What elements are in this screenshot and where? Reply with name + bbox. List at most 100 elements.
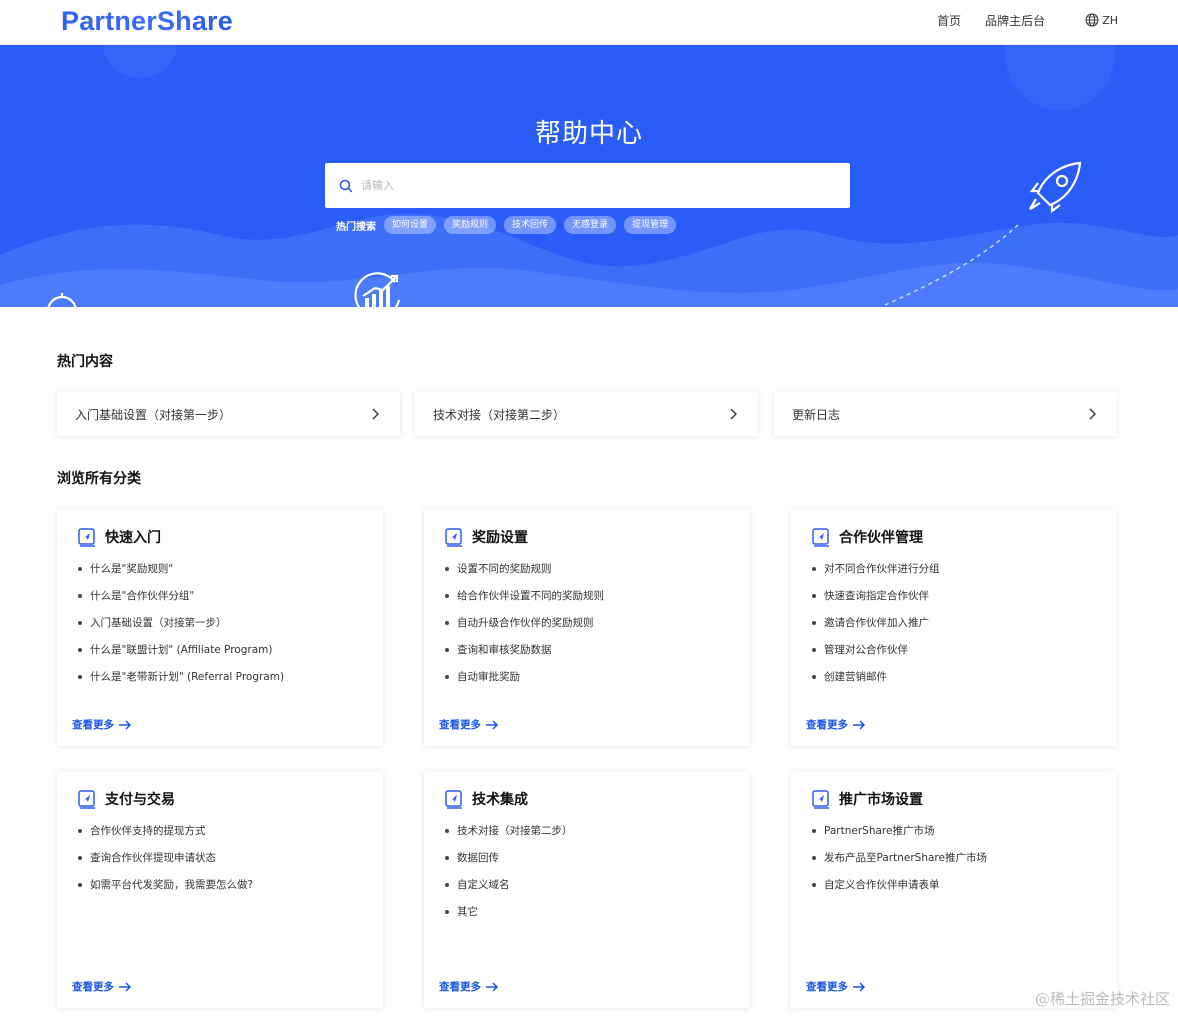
hot-tag[interactable]: 奖励规则 xyxy=(444,216,497,234)
language-switch[interactable]: ZH xyxy=(1085,13,1118,27)
categories-section-title: 浏览所有分类 xyxy=(57,471,141,487)
article-link[interactable]: 自动升级合作伙伴的奖励规则 xyxy=(445,615,604,642)
article-link[interactable]: 技术对接（对接第二步） xyxy=(445,823,573,850)
article-link[interactable]: 邀请合作伙伴加入推广 xyxy=(812,615,940,642)
chevron-right-icon xyxy=(372,408,379,420)
arrow-right-icon xyxy=(486,981,499,992)
view-more-link[interactable]: 查看更多 xyxy=(439,717,499,732)
book-send-icon xyxy=(78,528,95,547)
view-more-link[interactable]: 查看更多 xyxy=(806,717,866,732)
category-article-list: 对不同合作伙伴进行分组 快速查询指定合作伙伴 邀请合作伙伴加入推广 管理对公合作… xyxy=(812,561,940,696)
category-title[interactable]: 技术集成 xyxy=(472,789,528,809)
article-link[interactable]: 什么是"合作伙伴分组" xyxy=(77,588,284,615)
view-more-label: 查看更多 xyxy=(439,981,481,993)
article-link[interactable]: 数据回传 xyxy=(445,850,573,877)
view-more-label: 查看更多 xyxy=(806,719,848,731)
view-more-link[interactable]: 查看更多 xyxy=(72,979,132,994)
popular-item[interactable]: 更新日志 xyxy=(774,392,1117,436)
article-link[interactable]: 自定义合作伙伴申请表单 xyxy=(812,877,987,904)
view-more-link[interactable]: 查看更多 xyxy=(439,979,499,994)
category-header: 支付与交易 xyxy=(77,789,175,809)
category-header: 推广市场设置 xyxy=(811,789,923,809)
logo[interactable]: PartnerShare xyxy=(61,4,233,38)
view-more-link[interactable]: 查看更多 xyxy=(806,979,866,994)
book-send-icon xyxy=(78,790,95,809)
category-card: 技术集成 技术对接（对接第二步） 数据回传 自定义域名 其它 查看更多 xyxy=(424,771,750,1008)
article-link[interactable]: 对不同合作伙伴进行分组 xyxy=(812,561,940,588)
book-send-icon xyxy=(812,528,829,547)
category-article-list: 设置不同的奖励规则 给合作伙伴设置不同的奖励规则 自动升级合作伙伴的奖励规则 查… xyxy=(445,561,604,696)
book-send-icon xyxy=(445,790,462,809)
article-link[interactable]: 创建营销邮件 xyxy=(812,669,940,696)
category-card: 支付与交易 合作伙伴支持的提现方式 查询合作伙伴提现申请状态 如需平台代发奖励，… xyxy=(57,771,383,1008)
hot-tag[interactable]: 技术回传 xyxy=(504,216,557,234)
search-icon xyxy=(339,179,353,193)
article-link[interactable]: 查询合作伙伴提现申请状态 xyxy=(77,850,253,877)
article-link[interactable]: 查询和审核奖励数据 xyxy=(445,642,604,669)
category-article-list: PartnerShare推广市场 发布产品至PartnerShare推广市场 自… xyxy=(812,823,987,904)
category-header: 奖励设置 xyxy=(444,527,528,547)
article-link[interactable]: 什么是"老带新计划" (Referral Program) xyxy=(77,669,284,696)
category-card: 快速入门 什么是"奖励规则" 什么是"合作伙伴分组" 入门基础设置（对接第一步）… xyxy=(57,509,383,746)
nav-brand-backend[interactable]: 品牌主后台 xyxy=(985,12,1045,29)
arrow-right-icon xyxy=(853,981,866,992)
top-header: PartnerShare 首页 品牌主后台 ZH xyxy=(0,0,1178,45)
hot-tag[interactable]: 如何设置 xyxy=(384,216,437,234)
rocket-icon xyxy=(1029,161,1082,214)
page-title: 帮助中心 xyxy=(534,119,643,149)
article-link[interactable]: 入门基础设置（对接第一步） xyxy=(77,615,284,642)
view-more-label: 查看更多 xyxy=(72,981,114,993)
category-title[interactable]: 奖励设置 xyxy=(472,527,528,547)
view-more-label: 查看更多 xyxy=(806,981,848,993)
hot-tag[interactable]: 提现管理 xyxy=(624,216,677,234)
article-link[interactable]: PartnerShare推广市场 xyxy=(812,823,987,850)
category-header: 合作伙伴管理 xyxy=(811,527,923,547)
top-nav: 首页 品牌主后台 ZH xyxy=(913,0,1118,40)
nav-home[interactable]: 首页 xyxy=(937,12,961,29)
hero-banner: 帮助中心 热门搜索 如何设置 奖励规则 技术回传 无感登录 提现管理 xyxy=(0,45,1178,307)
article-link[interactable]: 管理对公合作伙伴 xyxy=(812,642,940,669)
popular-item[interactable]: 入门基础设置（对接第一步） xyxy=(57,392,400,436)
article-link[interactable]: 设置不同的奖励规则 xyxy=(445,561,604,588)
view-more-link[interactable]: 查看更多 xyxy=(72,717,132,732)
popular-item-label: 技术对接（对接第二步） xyxy=(433,407,566,422)
article-link[interactable]: 合作伙伴支持的提现方式 xyxy=(77,823,253,850)
chevron-right-icon xyxy=(1089,408,1096,420)
popular-item[interactable]: 技术对接（对接第二步） xyxy=(415,392,758,436)
category-header: 快速入门 xyxy=(77,527,161,547)
view-more-label: 查看更多 xyxy=(72,719,114,731)
article-link[interactable]: 其它 xyxy=(445,904,573,931)
category-title[interactable]: 快速入门 xyxy=(105,527,161,547)
category-card: 合作伙伴管理 对不同合作伙伴进行分组 快速查询指定合作伙伴 邀请合作伙伴加入推广… xyxy=(791,509,1117,746)
article-link[interactable]: 自定义域名 xyxy=(445,877,573,904)
category-title[interactable]: 合作伙伴管理 xyxy=(839,527,923,547)
hot-search-label: 热门搜索 xyxy=(336,221,376,233)
view-more-label: 查看更多 xyxy=(439,719,481,731)
article-link[interactable]: 如需平台代发奖励，我需要怎么做? xyxy=(77,877,253,904)
popular-item-label: 入门基础设置（对接第一步） xyxy=(75,407,232,422)
popular-item-label: 更新日志 xyxy=(792,407,841,422)
article-link[interactable]: 什么是"联盟计划" (Affiliate Program) xyxy=(77,642,284,669)
chevron-right-icon xyxy=(730,408,737,420)
arrow-right-icon xyxy=(853,719,866,730)
category-card: 推广市场设置 PartnerShare推广市场 发布产品至PartnerShar… xyxy=(791,771,1117,1008)
globe-icon xyxy=(1085,13,1099,27)
category-title[interactable]: 推广市场设置 xyxy=(839,789,923,809)
category-article-list: 什么是"奖励规则" 什么是"合作伙伴分组" 入门基础设置（对接第一步） 什么是"… xyxy=(77,561,284,696)
hot-tag[interactable]: 无感登录 xyxy=(564,216,617,234)
article-link[interactable]: 什么是"奖励规则" xyxy=(77,561,284,588)
search-box[interactable] xyxy=(325,163,850,208)
language-label: ZH xyxy=(1102,13,1118,27)
article-link[interactable]: 快速查询指定合作伙伴 xyxy=(812,588,940,615)
book-send-icon xyxy=(812,790,829,809)
arrow-right-icon xyxy=(486,719,499,730)
category-title[interactable]: 支付与交易 xyxy=(105,789,175,809)
article-link[interactable]: 自动审批奖励 xyxy=(445,669,604,696)
search-input[interactable] xyxy=(361,179,850,192)
article-link[interactable]: 给合作伙伴设置不同的奖励规则 xyxy=(445,588,604,615)
category-card: 奖励设置 设置不同的奖励规则 给合作伙伴设置不同的奖励规则 自动升级合作伙伴的奖… xyxy=(424,509,750,746)
arrow-right-icon xyxy=(119,981,132,992)
article-link[interactable]: 发布产品至PartnerShare推广市场 xyxy=(812,850,987,877)
book-send-icon xyxy=(445,528,462,547)
hot-searches: 热门搜索 如何设置 奖励规则 技术回传 无感登录 提现管理 xyxy=(336,216,684,234)
